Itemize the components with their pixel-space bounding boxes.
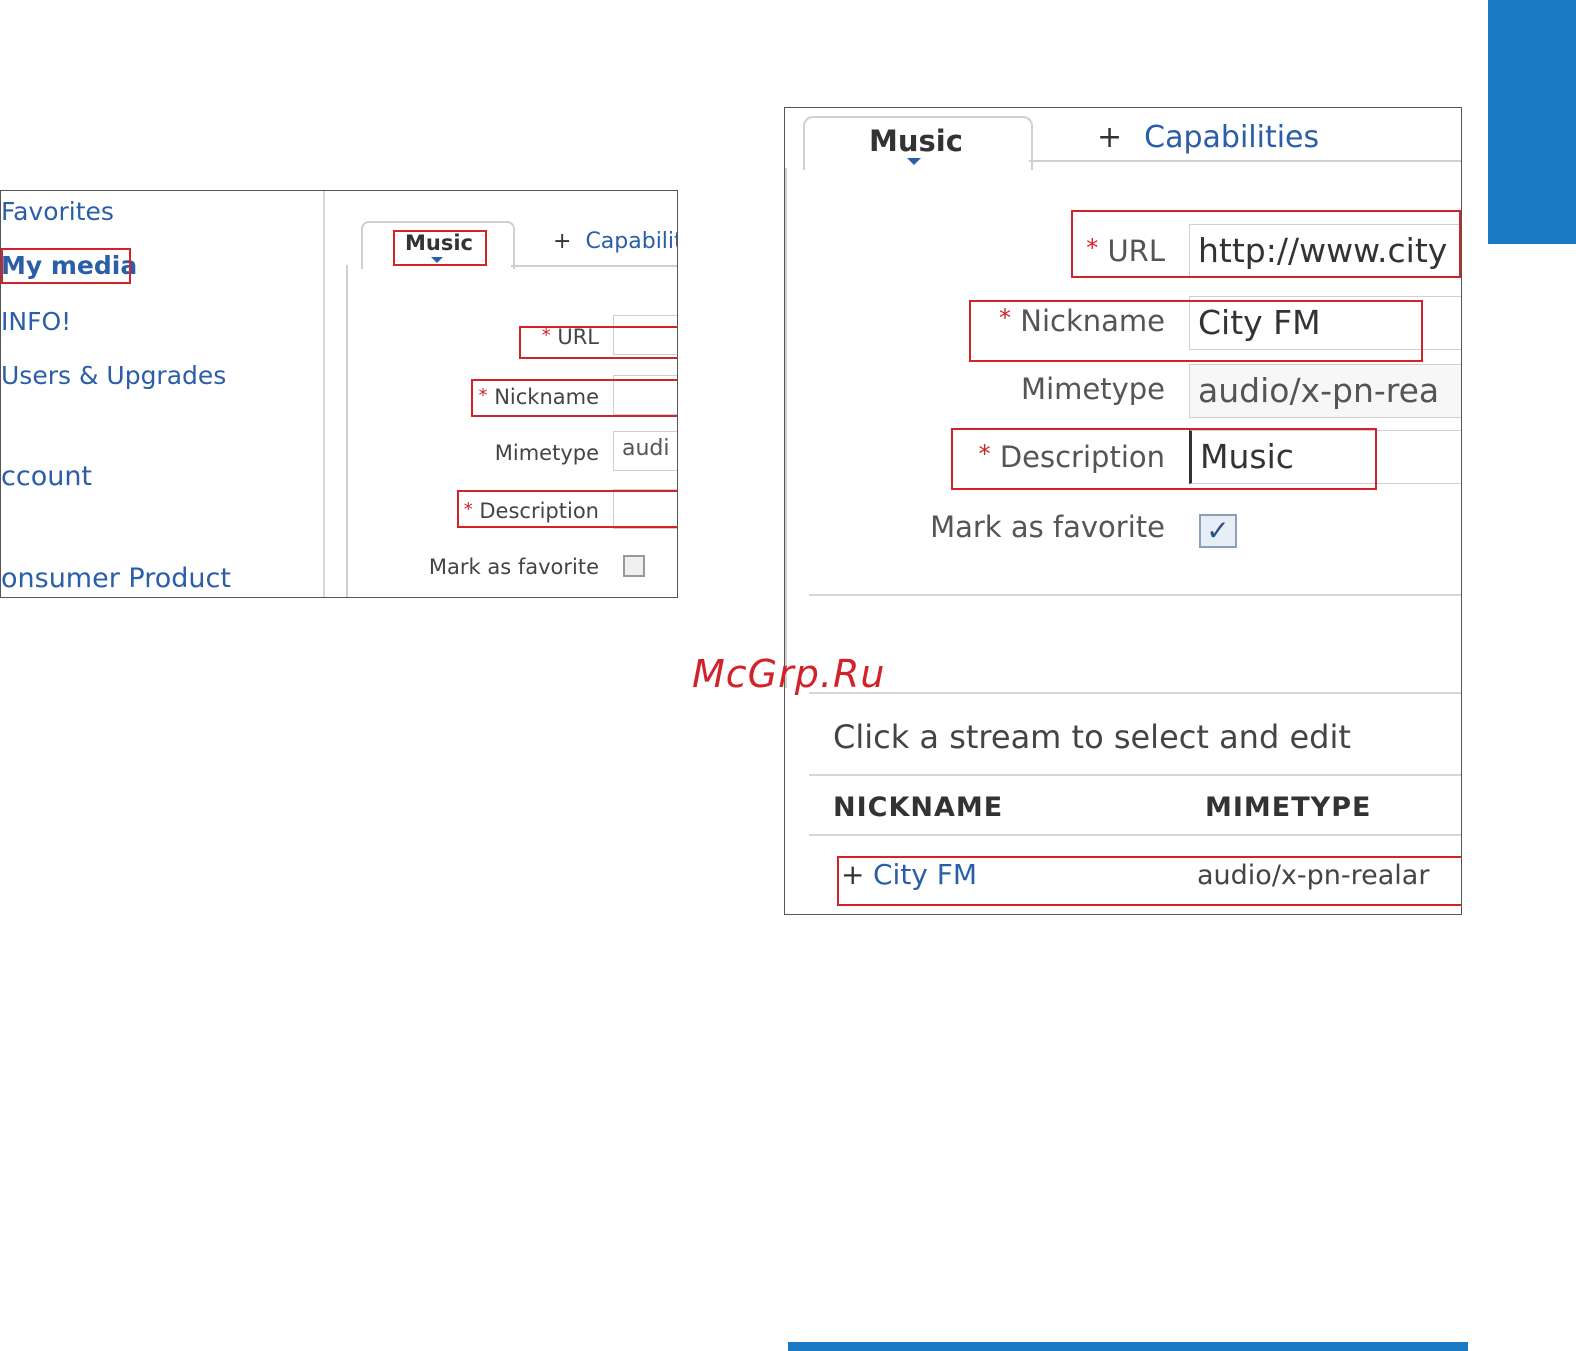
highlight-nickname bbox=[471, 379, 677, 417]
expand-plus-icon: + bbox=[1097, 120, 1123, 155]
highlight-url bbox=[519, 326, 677, 359]
highlight-my-media bbox=[1, 248, 131, 284]
watermark: McGrp.Ru bbox=[692, 652, 886, 696]
nav-consumer-product[interactable]: onsumer Product bbox=[1, 563, 231, 594]
tab-music-label: Music bbox=[869, 124, 963, 158]
mimetype-field[interactable]: audio/x-pn-rea bbox=[1189, 364, 1461, 418]
nav-account[interactable]: ccount bbox=[1, 461, 92, 492]
panel-border bbox=[785, 168, 787, 688]
stream-list-instruction: Click a stream to select and edit bbox=[833, 718, 1351, 756]
highlight-music-tab bbox=[393, 230, 487, 266]
favorite-label: Mark as favorite bbox=[428, 555, 599, 579]
section-divider bbox=[809, 594, 1461, 596]
highlight-description bbox=[457, 490, 677, 528]
nav-users-upgrades[interactable]: Users & Upgrades bbox=[1, 361, 226, 390]
footer-rule bbox=[788, 1342, 1468, 1351]
section-divider bbox=[809, 692, 1461, 694]
favorite-label: Mark as favorite bbox=[930, 510, 1165, 544]
highlight-nickname bbox=[969, 300, 1423, 362]
section-divider bbox=[809, 774, 1461, 776]
expand-plus-icon: + bbox=[553, 229, 572, 254]
nav-favorites[interactable]: Favorites bbox=[1, 197, 114, 226]
favorite-checkbox[interactable] bbox=[623, 555, 645, 577]
nav-info[interactable]: INFO! bbox=[1, 307, 71, 336]
mimetype-label: Mimetype bbox=[494, 441, 599, 465]
highlight-url bbox=[1071, 210, 1461, 278]
tab-capabilities-label: Capabilit bbox=[585, 229, 678, 254]
highlight-description bbox=[951, 428, 1377, 490]
panel-border bbox=[346, 265, 348, 597]
column-header-mimetype[interactable]: MIMETYPE bbox=[1205, 792, 1371, 823]
tab-capabilities-label: Capabilities bbox=[1144, 120, 1320, 155]
screenshot-detail: Music + Capabilities * URL http://www.cit… bbox=[784, 107, 1462, 915]
tab-baseline bbox=[1029, 160, 1461, 162]
tab-capabilities[interactable]: + Capabilities bbox=[1097, 120, 1319, 155]
column-header-nickname[interactable]: NICKNAME bbox=[833, 792, 1003, 823]
tab-baseline bbox=[511, 265, 677, 267]
tab-dropdown-arrow-icon bbox=[907, 158, 921, 165]
page-edge-tab bbox=[1488, 0, 1576, 244]
favorite-checkbox[interactable]: ✓ bbox=[1199, 514, 1237, 548]
section-divider bbox=[809, 834, 1461, 836]
tab-capabilities[interactable]: + Capabilit bbox=[553, 229, 678, 254]
screenshot-overview: Favorites My media INFO! Users & Upgrade… bbox=[0, 190, 678, 598]
mimetype-field[interactable]: audi bbox=[613, 431, 677, 471]
highlight-stream-row bbox=[837, 856, 1461, 906]
sidebar-divider bbox=[323, 191, 325, 597]
mimetype-label: Mimetype bbox=[1021, 372, 1165, 406]
